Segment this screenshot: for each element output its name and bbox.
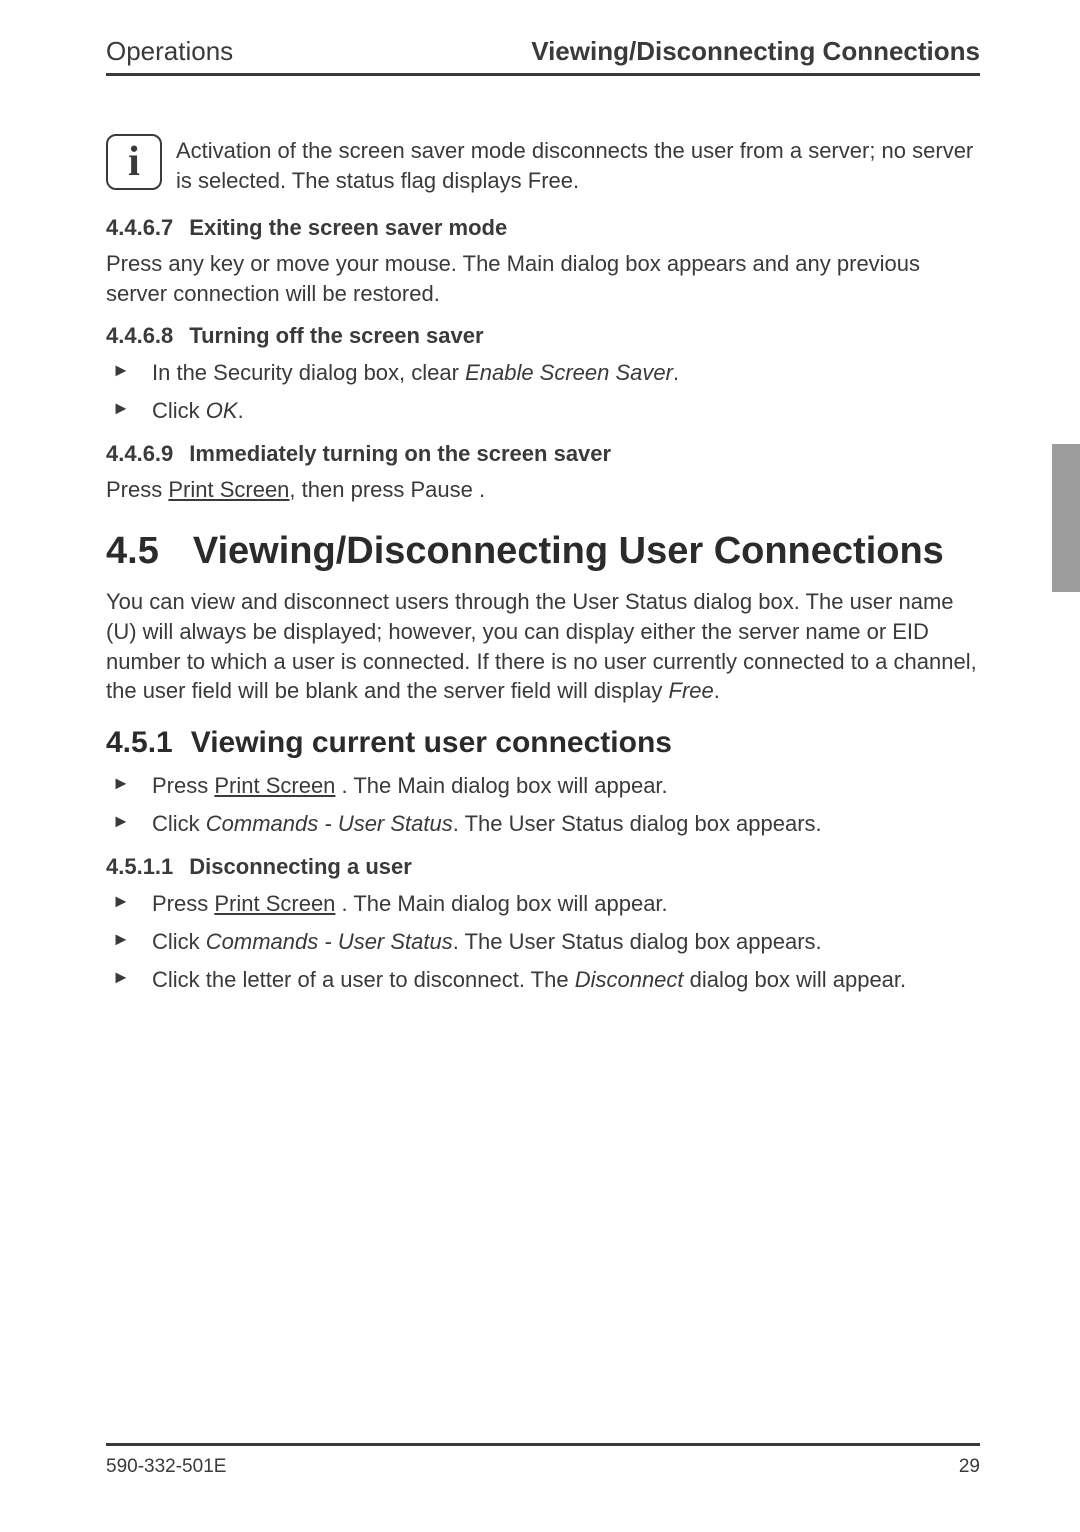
heading-number: 4.4.6.7	[106, 215, 173, 240]
heading-4468: 4.4.6.8 Turning off the screen saver	[106, 323, 980, 349]
list-item: In the Security dialog box, clear Enable…	[106, 357, 980, 389]
heading-number: 4.4.6.8	[106, 323, 173, 348]
step-text-pre: Press	[152, 891, 214, 916]
heading-number: 4.5.1.1	[106, 854, 173, 879]
list-item: Press Print Screen . The Main dialog box…	[106, 888, 980, 920]
step-text-underline: Print Screen	[214, 891, 335, 916]
step-text-em: Commands - User Status	[206, 929, 453, 954]
body-4469: Press Print Screen, then press Pause .	[106, 475, 980, 505]
heading-title: Immediately turning on the screen saver	[189, 441, 611, 466]
list-item: Click Commands - User Status. The User S…	[106, 926, 980, 958]
body-post: .	[714, 678, 720, 703]
heading-number: 4.5	[106, 530, 159, 572]
step-text-em: Commands - User Status	[206, 811, 453, 836]
document-page: Operations Viewing/Disconnecting Connect…	[0, 0, 1080, 1420]
footer-page-number: 29	[959, 1456, 980, 1478]
step-text-em: Enable Screen Saver	[465, 360, 673, 385]
step-text-pre: Click	[152, 811, 206, 836]
heading-45: 4.5 Viewing/Disconnecting User Connection…	[106, 530, 980, 573]
info-note: i Activation of the screen saver mode di…	[106, 134, 980, 195]
side-index-tab	[1052, 444, 1080, 592]
steps-4511: Press Print Screen . The Main dialog box…	[106, 888, 980, 996]
step-text-underline: Print Screen	[214, 773, 335, 798]
body-pre: You can view and disconnect users throug…	[106, 589, 977, 703]
steps-4468: In the Security dialog box, clear Enable…	[106, 357, 980, 427]
step-text-post: . The User Status dialog box appears.	[453, 811, 822, 836]
heading-title: Viewing current user connections	[191, 726, 672, 759]
heading-title: Disconnecting a user	[189, 854, 412, 879]
list-item: Click OK.	[106, 395, 980, 427]
running-head-left: Operations	[106, 36, 233, 67]
heading-title: Turning off the screen saver	[189, 323, 483, 348]
info-note-text: Activation of the screen saver mode disc…	[176, 134, 980, 195]
step-text-em: OK	[206, 398, 238, 423]
running-head-right: Viewing/Disconnecting Connections	[531, 36, 980, 67]
step-text-post: .	[673, 360, 679, 385]
heading-4467: 4.4.6.7 Exiting the screen saver mode	[106, 215, 980, 241]
heading-number: 4.5.1	[106, 726, 173, 759]
heading-4511: 4.5.1.1 Disconnecting a user	[106, 854, 980, 880]
page-footer: 590-332-501E 29	[106, 1443, 980, 1478]
list-item: Press Print Screen . The Main dialog box…	[106, 770, 980, 802]
list-item: Click the letter of a user to disconnect…	[106, 964, 980, 996]
body-4467: Press any key or move your mouse. The Ma…	[106, 249, 980, 308]
step-text-pre: Click the letter of a user to disconnect…	[152, 967, 575, 992]
step-text-pre: Press	[152, 773, 214, 798]
step-text-post: . The Main dialog box will appear.	[335, 891, 667, 916]
heading-title: Viewing/Disconnecting User Connections	[193, 530, 944, 572]
step-text-pre: In the Security dialog box, clear	[152, 360, 465, 385]
heading-number: 4.4.6.9	[106, 441, 173, 466]
heading-4469: 4.4.6.9 Immediately turning on the screen…	[106, 441, 980, 467]
step-text-pre: Click	[152, 398, 206, 423]
list-item: Click Commands - User Status. The User S…	[106, 808, 980, 840]
footer-doc-id: 590-332-501E	[106, 1456, 226, 1478]
heading-451: 4.5.1 Viewing current user connections	[106, 726, 980, 760]
step-text-post: .	[238, 398, 244, 423]
body-em: Free	[669, 678, 714, 703]
body-underline: Print Screen	[168, 477, 289, 502]
step-text-em: Disconnect	[575, 967, 684, 992]
step-text-post: . The User Status dialog box appears.	[453, 929, 822, 954]
step-text-post: dialog box will appear.	[684, 967, 907, 992]
step-text-post: . The Main dialog box will appear.	[335, 773, 667, 798]
step-text-pre: Click	[152, 929, 206, 954]
body-pre: Press	[106, 477, 168, 502]
body-45: You can view and disconnect users throug…	[106, 587, 980, 706]
heading-title: Exiting the screen saver mode	[189, 215, 507, 240]
steps-451: Press Print Screen . The Main dialog box…	[106, 770, 980, 840]
info-icon: i	[106, 134, 162, 190]
body-post: , then press Pause .	[289, 477, 485, 502]
running-head: Operations Viewing/Disconnecting Connect…	[106, 36, 980, 76]
